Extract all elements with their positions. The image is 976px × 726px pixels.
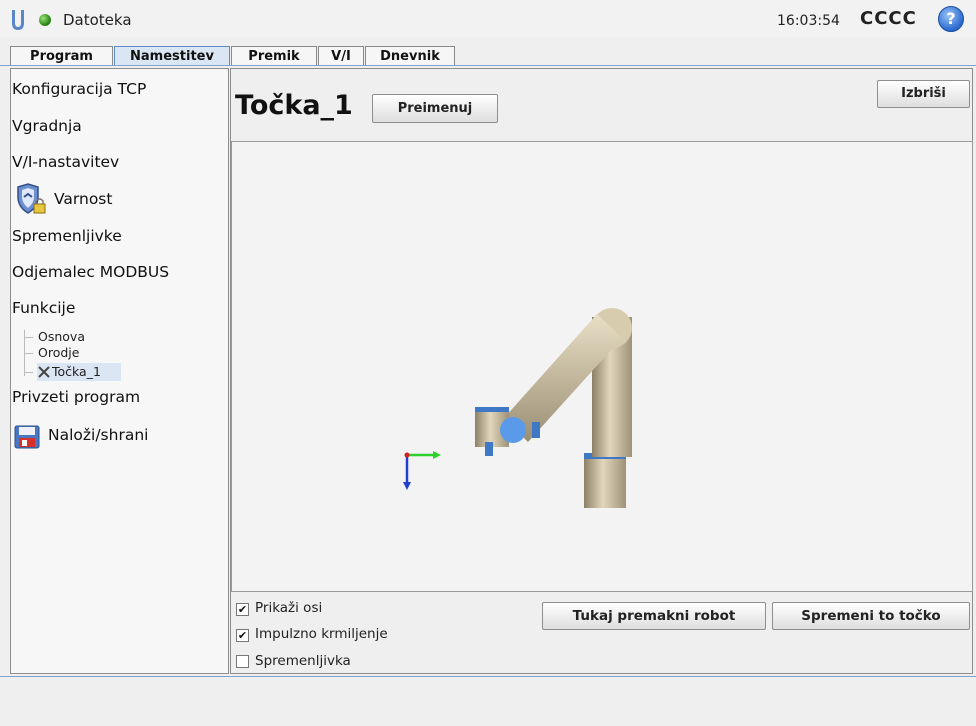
sidebar-item-load-save[interactable]: Naloži/shrani bbox=[48, 426, 148, 444]
help-icon[interactable]: ? bbox=[938, 6, 964, 32]
tab-namestitev[interactable]: Namestitev bbox=[114, 46, 230, 65]
sidebar-item-features[interactable]: Funkcije bbox=[12, 299, 75, 317]
tab-program[interactable]: Program bbox=[10, 46, 113, 65]
variable-label: Spremenljivka bbox=[255, 653, 351, 669]
footer-divider bbox=[0, 676, 976, 677]
robot-model-icon bbox=[403, 308, 632, 508]
sidebar-item-io-setup[interactable]: V/I-nastavitev bbox=[12, 153, 119, 171]
show-axes-checkbox[interactable]: ✔ bbox=[236, 603, 249, 616]
feature-item-point-label: Točka_1 bbox=[52, 364, 101, 379]
sidebar-item-variables[interactable]: Spremenljivke bbox=[12, 227, 122, 245]
file-menu[interactable]: Datoteka bbox=[63, 11, 132, 29]
tree-connector bbox=[25, 372, 33, 373]
feature-item-tool[interactable]: Orodje bbox=[38, 345, 79, 360]
page-title: Točka_1 bbox=[235, 90, 353, 121]
move-robot-here-button[interactable]: Tukaj premakni robot bbox=[542, 602, 766, 630]
tab-dnevnik[interactable]: Dnevnik bbox=[365, 46, 455, 65]
ur-logo-icon bbox=[12, 10, 24, 30]
floppy-disk-icon bbox=[14, 425, 40, 449]
clock: 16:03:54 bbox=[777, 13, 840, 29]
point-x-icon bbox=[38, 366, 50, 378]
rename-button[interactable]: Preimenuj bbox=[372, 94, 498, 123]
sidebar-item-tcp-config[interactable]: Konfiguracija TCP bbox=[12, 80, 146, 98]
feature-item-base[interactable]: Osnova bbox=[38, 329, 85, 344]
tree-connector bbox=[25, 353, 33, 354]
freedrive-label: Impulzno krmiljenje bbox=[255, 626, 388, 642]
tab-vi[interactable]: V/I bbox=[318, 46, 364, 65]
tree-connector bbox=[25, 337, 33, 338]
tab-premik[interactable]: Premik bbox=[231, 46, 317, 65]
show-axes-label: Prikaži osi bbox=[255, 600, 323, 616]
change-point-button[interactable]: Spremeni to točko bbox=[772, 602, 970, 630]
shield-lock-icon bbox=[17, 183, 46, 214]
sidebar-item-default-program[interactable]: Privzeti program bbox=[12, 388, 140, 406]
variable-checkbox[interactable] bbox=[236, 655, 249, 668]
status-indicator-icon bbox=[39, 14, 51, 26]
sidebar-item-mounting[interactable]: Vgradnja bbox=[12, 117, 82, 135]
sidebar-item-modbus[interactable]: Odjemalec MODBUS bbox=[12, 263, 169, 281]
robot-3d-view[interactable] bbox=[231, 141, 973, 592]
tab-divider bbox=[0, 65, 976, 66]
robot-name: CCCC bbox=[860, 8, 917, 29]
sidebar-item-safety[interactable]: Varnost bbox=[54, 190, 112, 208]
freedrive-checkbox[interactable]: ✔ bbox=[236, 629, 249, 642]
delete-button[interactable]: Izbriši bbox=[877, 80, 970, 108]
